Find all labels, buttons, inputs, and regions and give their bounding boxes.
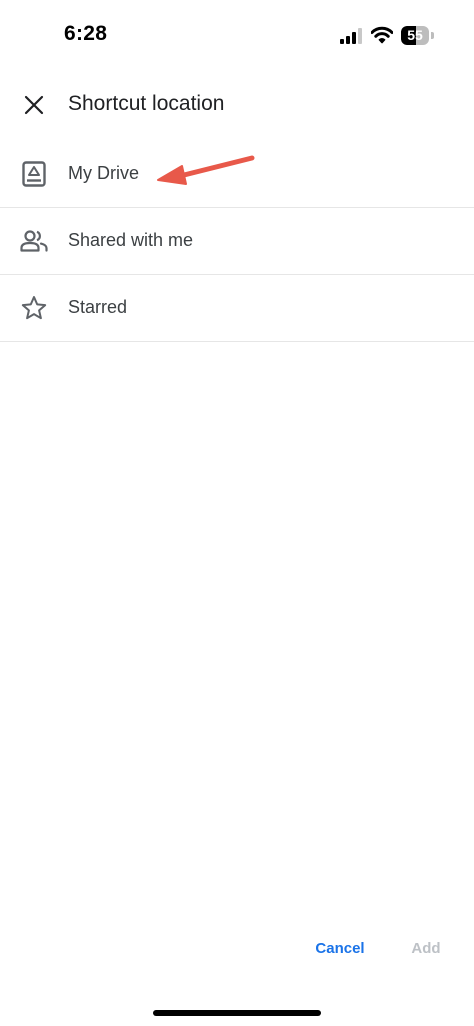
page-title: Shortcut location [68,92,225,115]
add-button[interactable]: Add [404,934,448,964]
location-label-my-drive: My Drive [68,163,139,183]
location-item-shared-with-me[interactable]: Shared with me [0,208,474,275]
star-icon [20,295,48,321]
location-item-my-drive[interactable]: My Drive [0,141,474,208]
location-label-starred: Starred [68,297,128,317]
close-button[interactable] [14,85,54,125]
status-time: 6:28 [64,22,108,45]
my-drive-icon [20,161,48,187]
location-item-starred[interactable]: Starred [0,275,474,342]
signal-icon [340,28,362,44]
cancel-button[interactable]: Cancel [308,934,372,964]
close-icon [24,95,44,115]
status-bar: 6:28 55 [0,0,474,72]
battery-level: 55 [407,27,423,43]
home-indicator [153,1010,321,1016]
app-header: Shortcut location [0,76,474,134]
battery-icon: 55 [401,26,435,45]
wifi-icon [371,26,393,44]
shortcut-location-screen: 6:28 55 Shortcut location My Drive Share… [0,0,474,1026]
location-label-shared-with-me: Shared with me [68,230,194,250]
location-list: My Drive Shared with me Starred [0,141,474,342]
people-icon [20,228,48,254]
